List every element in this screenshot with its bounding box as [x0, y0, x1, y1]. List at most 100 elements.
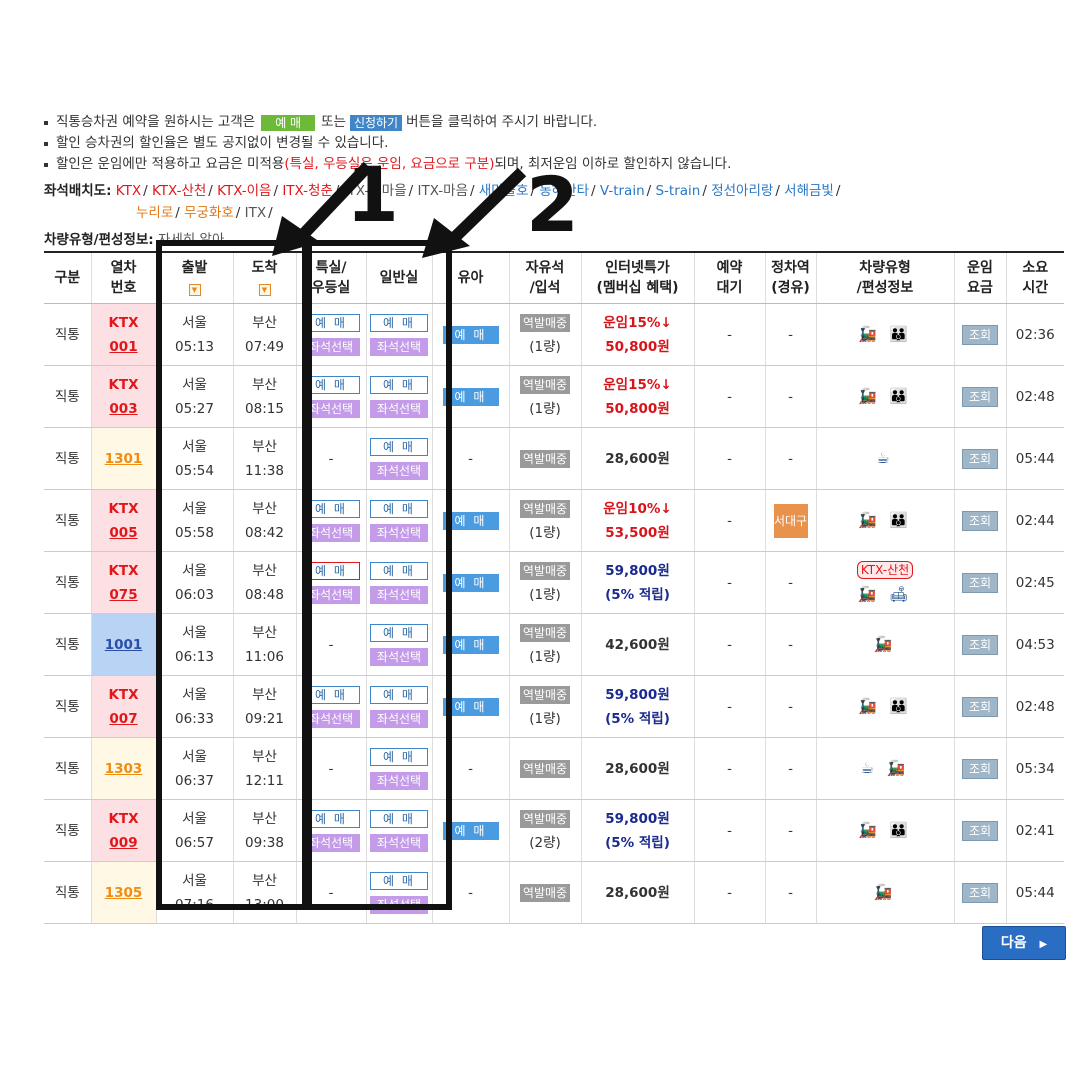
car-type-cell: 🚂 👪: [815, 799, 954, 862]
train-number-link[interactable]: 075: [109, 587, 137, 603]
fare-lookup-button[interactable]: 조회: [962, 386, 998, 407]
train-number[interactable]: 1301: [90, 427, 156, 490]
train-number-link[interactable]: 007: [109, 711, 137, 727]
car-type-cell: 🚂 👪: [815, 489, 954, 552]
train-number[interactable]: KTX 075: [90, 551, 156, 614]
internet-fare-cell: 59,800원 (5% 적립): [580, 675, 694, 738]
train-number[interactable]: 1305: [90, 861, 156, 924]
reservation-wait: -: [693, 365, 765, 428]
fare-lookup-button[interactable]: 조회: [962, 510, 998, 531]
notice-2: 할인 승차권의 할인율은 별도 공지없이 변경될 수 있습니다.: [44, 133, 1064, 154]
fare-line-1: 59,800원: [605, 562, 670, 579]
car-type-icon[interactable]: 🚂 👪: [858, 511, 912, 529]
train-number-link[interactable]: 1305: [105, 885, 143, 901]
car-type-tag: KTX-산천: [856, 561, 914, 579]
train-number-link[interactable]: 003: [109, 401, 137, 417]
stop-station-cell: -: [764, 799, 816, 862]
car-count: (1량): [529, 586, 561, 603]
standing-sale-badge: 역발매중: [519, 759, 571, 778]
fare-line-2: (5% 적립): [605, 710, 670, 727]
stop-station-badge[interactable]: 서대구: [773, 503, 808, 538]
stop-station-cell: 서대구: [764, 489, 816, 552]
car-type-icon[interactable]: 🚂: [874, 635, 897, 653]
fare-lookup-button[interactable]: 조회: [962, 820, 998, 841]
car-type-icon[interactable]: 🚂 👪: [858, 325, 912, 343]
travel-duration: 05:44: [1005, 861, 1064, 924]
reservation-wait: -: [693, 861, 765, 924]
car-type-icon[interactable]: 🚂: [874, 883, 897, 901]
fare-lookup-cell: 조회: [953, 427, 1006, 490]
fare-lookup-button[interactable]: 조회: [962, 324, 998, 345]
train-type: 직통: [44, 675, 91, 738]
fare-lookup-button[interactable]: 조회: [962, 634, 998, 655]
fare-lookup-button[interactable]: 조회: [962, 448, 998, 469]
train-type: 직통: [44, 861, 91, 924]
seat-map-label: 좌석배치도:: [44, 183, 112, 199]
fare-lookup-button[interactable]: 조회: [962, 696, 998, 717]
train-number-link[interactable]: 001: [109, 339, 137, 355]
reservation-wait: -: [693, 427, 765, 490]
train-type: 직통: [44, 303, 91, 366]
notice-1-suffix: 버튼을 클릭하여 주시기 바랍니다.: [406, 114, 598, 130]
reservation-wait: -: [693, 613, 765, 676]
train-brand: KTX: [108, 314, 139, 331]
fare-lookup-button[interactable]: 조회: [962, 758, 998, 779]
train-number-link[interactable]: 1303: [105, 761, 143, 777]
train-number[interactable]: KTX 005: [90, 489, 156, 552]
train-number[interactable]: KTX 003: [90, 365, 156, 428]
seat-map-link[interactable]: V-train: [600, 183, 645, 199]
fare-line-1: 운임10%↓: [603, 500, 672, 517]
travel-duration: 05:44: [1005, 427, 1064, 490]
seat-map-link[interactable]: KTX: [116, 183, 141, 199]
train-number[interactable]: KTX 007: [90, 675, 156, 738]
internet-fare-cell: 운임10%↓ 53,500원: [580, 489, 694, 552]
train-number-link[interactable]: 009: [109, 835, 137, 851]
fare-line-2: 28,600원: [605, 884, 670, 901]
train-brand: KTX: [108, 810, 139, 827]
train-brand: KTX: [108, 500, 139, 517]
fare-lookup-button[interactable]: 조회: [962, 572, 998, 593]
seat-map-link[interactable]: ITX: [245, 205, 266, 221]
car-type-icon[interactable]: 🚂 👪: [858, 821, 912, 839]
notice-1-prefix: 직통승차권 예약을 원하시는 고객은: [56, 114, 256, 130]
train-number-link[interactable]: 1001: [105, 637, 143, 653]
car-type-icon[interactable]: 🚂 👪: [858, 387, 912, 405]
seat-map-link[interactable]: 무궁화호: [184, 205, 234, 221]
fare-lookup-cell: 조회: [953, 365, 1006, 428]
seat-map-link[interactable]: 서해금빛: [784, 183, 834, 199]
separator: /: [143, 183, 152, 199]
seat-map-link[interactable]: 누리로: [136, 205, 173, 221]
reservation-wait: -: [693, 799, 765, 862]
train-number[interactable]: 1303: [90, 737, 156, 800]
train-number-link[interactable]: 005: [109, 525, 137, 541]
train-number[interactable]: KTX 009: [90, 799, 156, 862]
car-type-cell: 🚂 👪: [815, 675, 954, 738]
stop-station-cell: -: [764, 303, 816, 366]
seat-map-link[interactable]: KTX-산천: [152, 183, 206, 199]
next-page-button[interactable]: 다음 ▶: [982, 926, 1066, 960]
separator: /: [208, 183, 218, 199]
car-type-icon[interactable]: 🚂 👪: [858, 697, 912, 715]
train-number-link[interactable]: 1301: [105, 451, 143, 467]
train-number[interactable]: KTX 001: [90, 303, 156, 366]
internet-fare-cell: 42,600원: [580, 613, 694, 676]
seat-map-link[interactable]: S-train: [655, 183, 700, 199]
next-page-label: 다음: [1000, 935, 1027, 951]
train-number[interactable]: 1001: [90, 613, 156, 676]
fare-lookup-button[interactable]: 조회: [962, 882, 998, 903]
internet-fare-cell: 28,600원: [580, 427, 694, 490]
fare-line-2: (5% 적립): [605, 586, 670, 603]
free-seat-cell: 역발매중 (2량): [508, 799, 581, 862]
car-count: (1량): [529, 710, 561, 727]
car-type-cell: ☕ 🚂: [815, 737, 954, 800]
standing-sale-badge: 역발매중: [519, 685, 571, 704]
train-type: 직통: [44, 799, 91, 862]
seat-map-link[interactable]: KTX-이음: [217, 183, 271, 199]
train-type: 직통: [44, 551, 91, 614]
car-type-icon[interactable]: ☕: [876, 449, 893, 467]
bullet-icon: [44, 120, 48, 125]
car-type-icon[interactable]: 🚂 🛋: [858, 585, 913, 603]
car-type-icon[interactable]: ☕ 🚂: [861, 759, 910, 777]
seat-map-link[interactable]: 정선아리랑: [711, 183, 773, 199]
annotation-box-2: [306, 240, 452, 910]
